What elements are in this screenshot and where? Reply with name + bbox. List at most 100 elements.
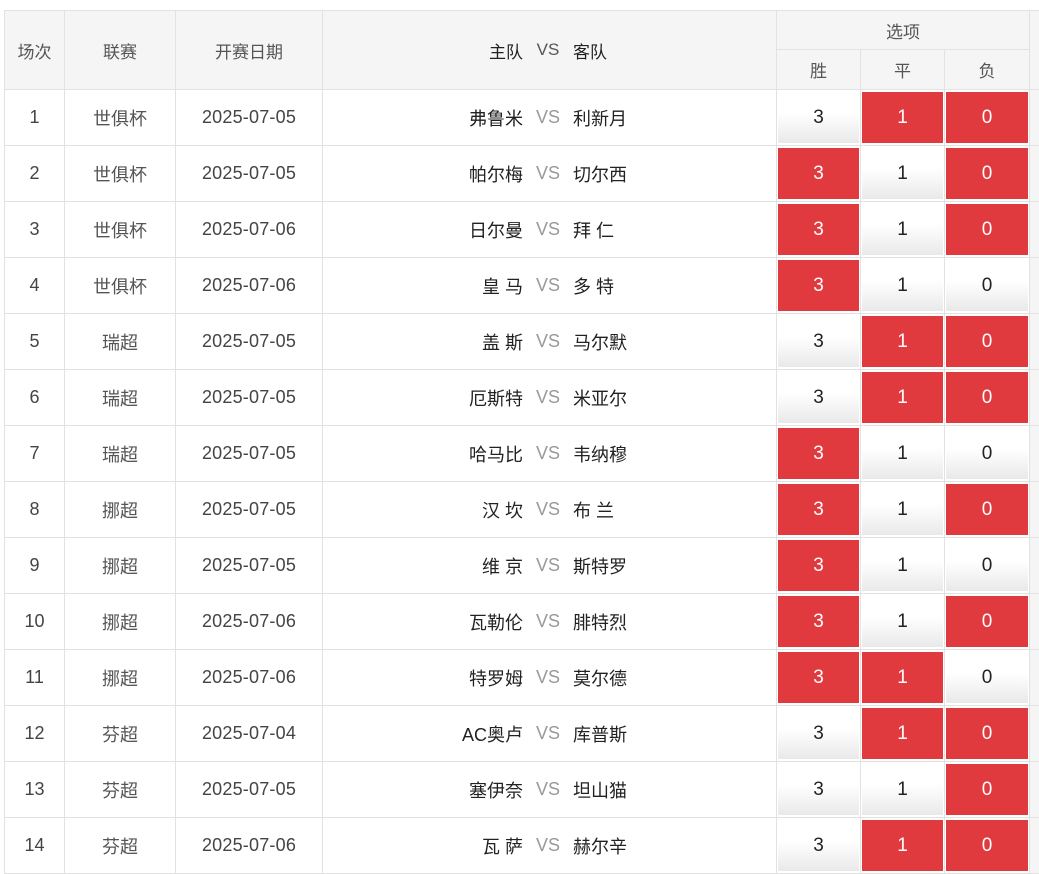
option-win-cell: 3 [777,650,861,706]
league: 芬超 [65,762,176,818]
option-draw-button[interactable]: 1 [862,428,943,479]
match-no: 7 [5,426,65,482]
option-lose-cell: 0 [945,202,1030,258]
table-row: 4 世俱杯 2025-07-06 皇 马 VS 多 特 3 1 0 [5,258,1039,314]
option-lose-cell: 0 [945,426,1030,482]
option-win-cell: 3 [777,594,861,650]
vs-label: VS [523,723,573,744]
option-draw-button[interactable]: 1 [862,148,943,199]
option-draw-button[interactable]: 1 [862,764,943,815]
option-draw-cell: 1 [861,538,945,594]
table-row: 14 芬超 2025-07-06 瓦 萨 VS 赫尔辛 3 1 0 [5,818,1039,874]
header-away: 客队 [573,38,776,63]
option-win-button[interactable]: 3 [778,372,859,423]
match-teams: 瓦勒伦 VS 腓特烈 [323,594,777,650]
option-win-button[interactable]: 3 [778,596,859,647]
table-row: 9 挪超 2025-07-05 维 京 VS 斯特罗 3 1 0 [5,538,1039,594]
match-date: 2025-07-06 [176,594,323,650]
option-lose-cell: 0 [945,314,1030,370]
option-lose-button[interactable]: 0 [946,596,1028,647]
row-spacer [1030,818,1039,874]
league: 瑞超 [65,426,176,482]
option-draw-button[interactable]: 1 [862,596,943,647]
league: 挪超 [65,538,176,594]
option-lose-button[interactable]: 0 [946,820,1028,871]
option-draw-cell: 1 [861,482,945,538]
option-draw-cell: 1 [861,594,945,650]
vs-label: VS [523,443,573,464]
option-lose-button[interactable]: 0 [946,764,1028,815]
option-win-button[interactable]: 3 [778,316,859,367]
option-win-button[interactable]: 3 [778,260,859,311]
option-draw-button[interactable]: 1 [862,820,943,871]
away-team: 马尔默 [573,329,776,355]
option-win-button[interactable]: 3 [778,484,859,535]
header-opt-draw: 平 [861,50,945,90]
option-lose-button[interactable]: 0 [946,652,1028,703]
option-lose-button[interactable]: 0 [946,372,1028,423]
option-draw-button[interactable]: 1 [862,260,943,311]
option-win-button[interactable]: 3 [778,708,859,759]
home-team: 瓦勒伦 [323,609,523,635]
option-lose-button[interactable]: 0 [946,204,1028,255]
option-win-button[interactable]: 3 [778,148,859,199]
home-team: 特罗姆 [323,665,523,691]
option-win-button[interactable]: 3 [778,540,859,591]
option-win-button[interactable]: 3 [778,92,859,143]
option-draw-button[interactable]: 1 [862,540,943,591]
option-draw-button[interactable]: 1 [862,316,943,367]
option-lose-button[interactable]: 0 [946,484,1028,535]
option-win-button[interactable]: 3 [778,652,859,703]
home-team: 塞伊奈 [323,777,523,803]
match-no: 5 [5,314,65,370]
away-team: 切尔西 [573,161,776,187]
option-win-button[interactable]: 3 [778,204,859,255]
match-teams: AC奥卢 VS 库普斯 [323,706,777,762]
option-lose-button[interactable]: 0 [946,428,1028,479]
match-no: 4 [5,258,65,314]
option-win-button[interactable]: 3 [778,820,859,871]
option-win-cell: 3 [777,426,861,482]
header-date: 开赛日期 [176,11,323,90]
league: 挪超 [65,482,176,538]
home-team: 弗鲁米 [323,105,523,131]
option-win-cell: 3 [777,258,861,314]
option-draw-button[interactable]: 1 [862,708,943,759]
home-team: 汉 坎 [323,497,523,523]
match-teams: 哈马比 VS 韦纳穆 [323,426,777,482]
header-match: 主队 VS 客队 [323,11,777,90]
table-row: 13 芬超 2025-07-05 塞伊奈 VS 坦山猫 3 1 0 [5,762,1039,818]
vs-label: VS [523,611,573,632]
option-lose-button[interactable]: 0 [946,260,1028,311]
option-lose-button[interactable]: 0 [946,708,1028,759]
option-lose-button[interactable]: 0 [946,316,1028,367]
away-team: 斯特罗 [573,553,776,579]
home-team: 厄斯特 [323,385,523,411]
table-row: 3 世俱杯 2025-07-06 日尔曼 VS 拜 仁 3 1 0 [5,202,1039,258]
option-draw-button[interactable]: 1 [862,372,943,423]
option-lose-cell: 0 [945,594,1030,650]
vs-label: VS [523,779,573,800]
option-lose-cell: 0 [945,146,1030,202]
header-options: 选项 [777,11,1030,50]
away-team: 莫尔德 [573,665,776,691]
match-date: 2025-07-06 [176,650,323,706]
match-teams: 瓦 萨 VS 赫尔辛 [323,818,777,874]
match-table: 场次 联赛 开赛日期 主队 VS 客队 选项 胜 平 负 [4,10,1039,874]
option-lose-button[interactable]: 0 [946,92,1028,143]
option-draw-cell: 1 [861,90,945,146]
option-draw-button[interactable]: 1 [862,92,943,143]
option-lose-button[interactable]: 0 [946,540,1028,591]
option-win-button[interactable]: 3 [778,428,859,479]
option-draw-button[interactable]: 1 [862,204,943,255]
table-row: 5 瑞超 2025-07-05 盖 斯 VS 马尔默 3 1 0 [5,314,1039,370]
table-row: 2 世俱杯 2025-07-05 帕尔梅 VS 切尔西 3 1 0 [5,146,1039,202]
option-lose-button[interactable]: 0 [946,148,1028,199]
home-team: 帕尔梅 [323,161,523,187]
option-draw-button[interactable]: 1 [862,652,943,703]
option-win-button[interactable]: 3 [778,764,859,815]
home-team: 日尔曼 [323,217,523,243]
match-no: 11 [5,650,65,706]
option-draw-button[interactable]: 1 [862,484,943,535]
match-date: 2025-07-05 [176,370,323,426]
